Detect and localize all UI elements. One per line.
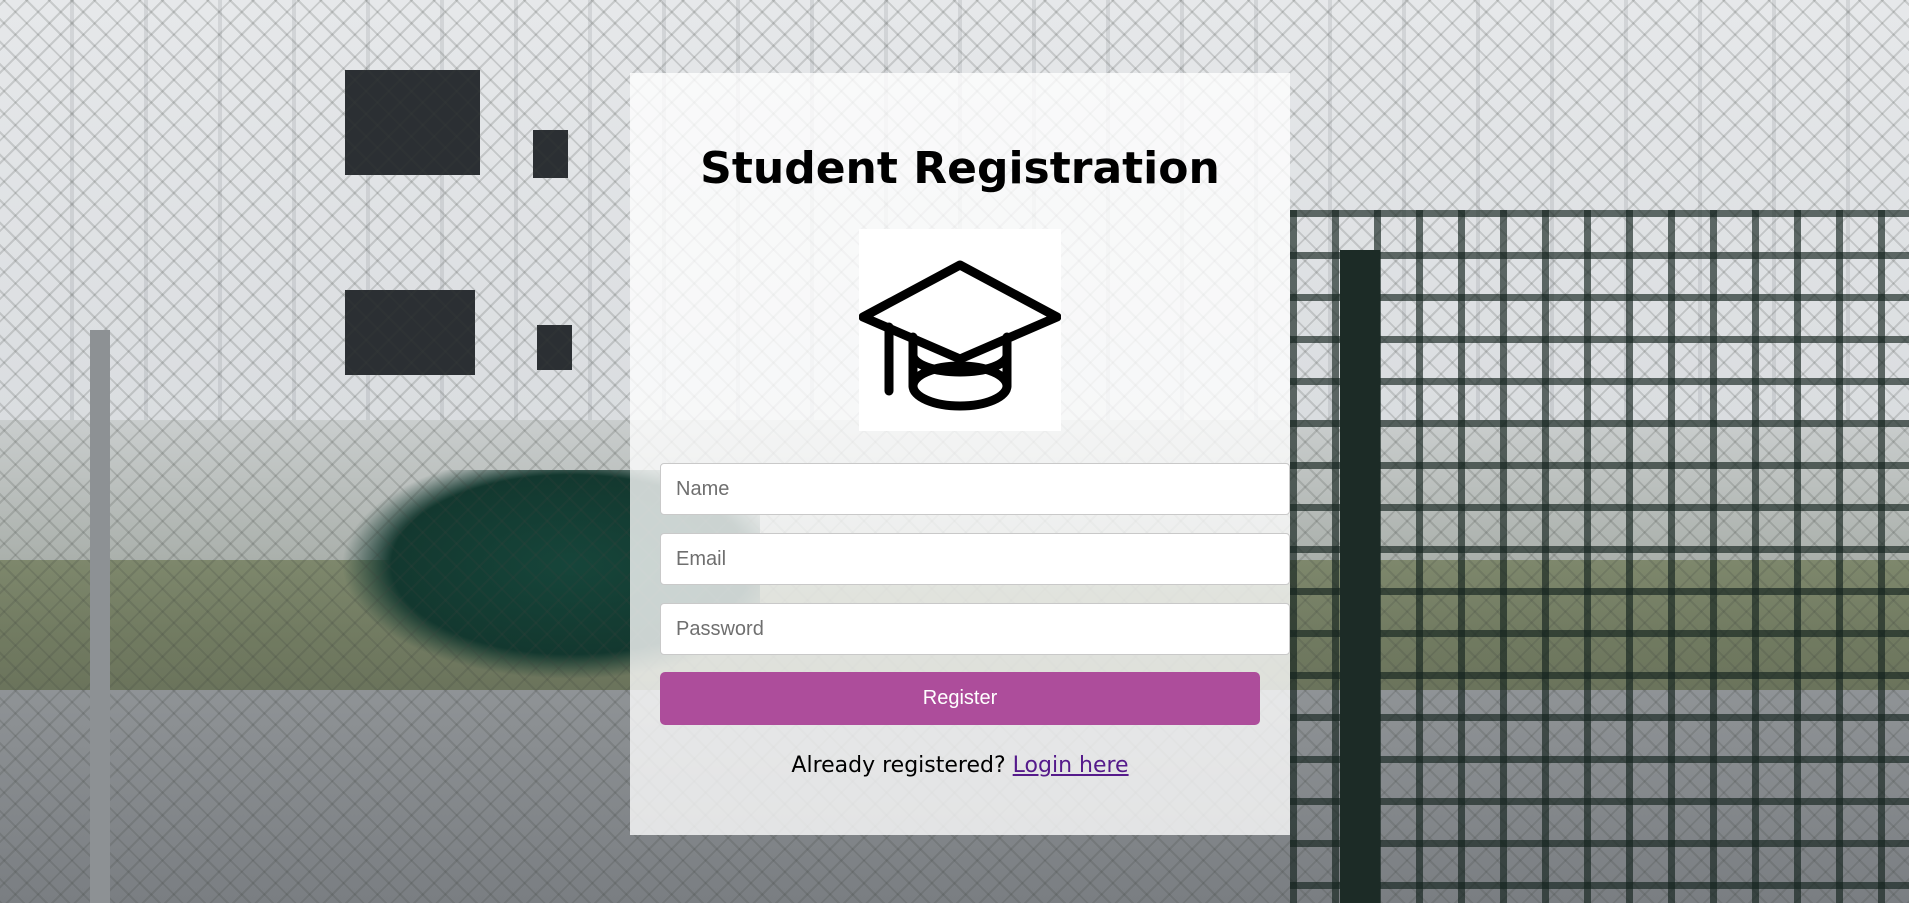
page-title: Student Registration xyxy=(700,143,1220,194)
fence-post xyxy=(90,330,110,903)
register-button[interactable]: Register xyxy=(660,672,1260,725)
password-field[interactable] xyxy=(660,603,1290,655)
registration-panel: Student Registration Register Already re… xyxy=(630,73,1290,835)
login-prompt: Already registered? Login here xyxy=(630,753,1290,778)
gate-post xyxy=(1340,250,1380,903)
login-link[interactable]: Login here xyxy=(1013,753,1129,778)
email-field[interactable] xyxy=(660,533,1290,585)
graduation-cap-icon xyxy=(859,229,1061,431)
metal-gate xyxy=(1290,210,1909,903)
login-prompt-text: Already registered? xyxy=(791,753,1006,778)
name-field[interactable] xyxy=(660,463,1290,515)
